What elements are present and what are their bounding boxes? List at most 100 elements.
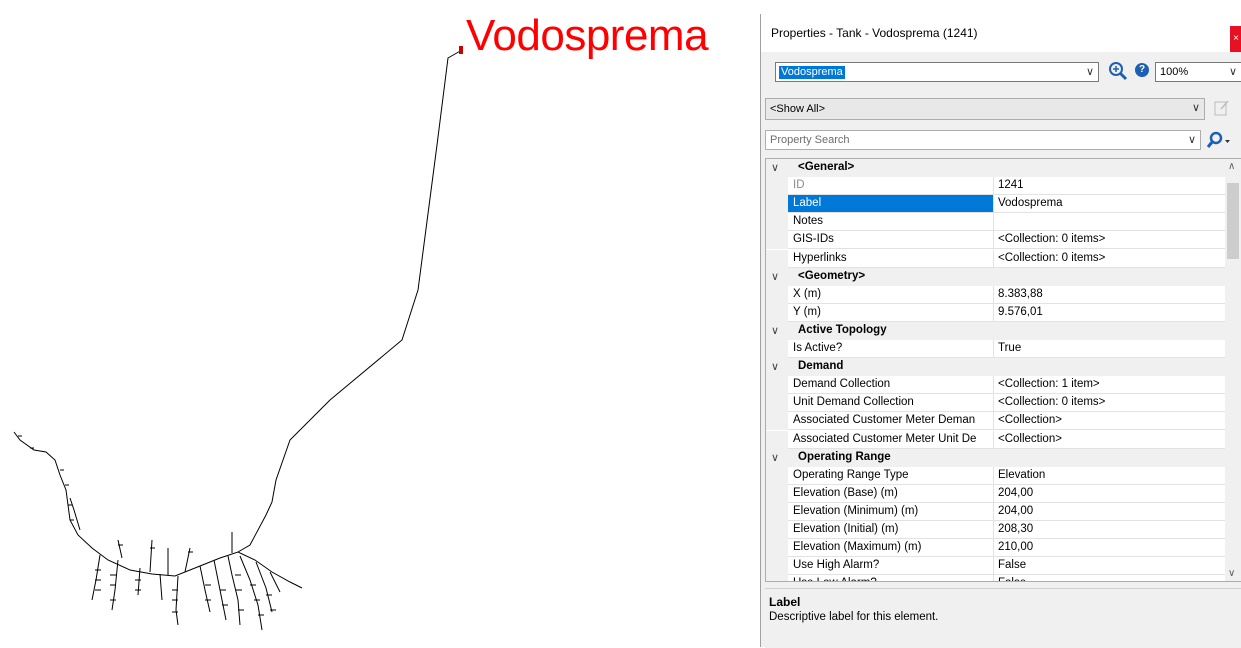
row-gutter: [766, 213, 788, 232]
property-name[interactable]: Unit Demand Collection: [788, 394, 994, 412]
scroll-down-icon[interactable]: ∨: [1228, 568, 1235, 579]
property-row[interactable]: Elevation (Base) (m) 204,00: [766, 484, 1227, 503]
property-name[interactable]: Notes: [788, 213, 994, 231]
property-value[interactable]: 204,00: [995, 503, 1033, 520]
collapse-icon[interactable]: ∨: [771, 451, 779, 464]
property-name[interactable]: Label: [788, 195, 994, 213]
property-value[interactable]: False: [995, 557, 1026, 574]
collapse-icon[interactable]: ∨: [771, 270, 779, 283]
property-value[interactable]: Vodosprema: [995, 195, 1063, 212]
property-value[interactable]: 8.383,88: [995, 286, 1043, 303]
network-canvas[interactable]: Vodosprema: [0, 0, 760, 647]
property-name[interactable]: Associated Customer Meter Deman: [788, 412, 994, 430]
row-gutter: [766, 249, 788, 268]
collapse-icon[interactable]: ∨: [771, 360, 779, 373]
category-name: <General>: [798, 161, 855, 173]
chevron-down-icon[interactable]: ∨: [1229, 65, 1237, 78]
edit-icon[interactable]: [1213, 98, 1231, 118]
close-icon[interactable]: ×: [1230, 26, 1241, 52]
property-name[interactable]: Is Active?: [788, 340, 994, 357]
property-name[interactable]: Hyperlinks: [788, 249, 994, 267]
property-row[interactable]: Y (m) 9.576,01: [766, 303, 1227, 322]
property-name[interactable]: Elevation (Maximum) (m): [788, 539, 994, 557]
grid-scrollbar[interactable]: ∧ ∨: [1225, 159, 1241, 581]
property-name[interactable]: Elevation (Minimum) (m): [788, 502, 994, 520]
property-row[interactable]: Is Active? True: [766, 340, 1227, 358]
property-value[interactable]: <Collection>: [995, 431, 1062, 448]
scroll-up-icon[interactable]: ∧: [1228, 161, 1235, 172]
collapse-icon[interactable]: ∨: [771, 161, 779, 174]
property-row[interactable]: Operating Range Type Elevation: [766, 466, 1227, 485]
property-row[interactable]: Hyperlinks <Collection: 0 items>: [766, 249, 1227, 268]
property-name[interactable]: Operating Range Type: [788, 466, 994, 484]
category-row[interactable]: ∨ Active Topology: [766, 321, 1227, 340]
property-value[interactable]: 208,30: [995, 521, 1033, 538]
tank-label[interactable]: Vodosprema: [466, 10, 709, 62]
property-row[interactable]: Use Low Alarm?False: [766, 575, 1227, 581]
category-row[interactable]: ∨ Operating Range: [766, 448, 1227, 467]
row-gutter: [766, 285, 788, 304]
zoom-to-icon[interactable]: [1107, 60, 1129, 82]
property-value[interactable]: 210,00: [995, 539, 1033, 556]
description-text: Descriptive label for this element.: [769, 611, 939, 623]
row-gutter: [766, 521, 788, 539]
property-value[interactable]: Elevation: [995, 467, 1045, 484]
scroll-thumb[interactable]: [1227, 183, 1239, 259]
category-row[interactable]: ∨ Demand: [766, 358, 1227, 377]
category-row[interactable]: ∨ <Geometry>: [766, 267, 1227, 286]
property-value[interactable]: <Collection: 0 items>: [995, 250, 1105, 267]
property-row[interactable]: Unit Demand Collection <Collection: 0 ite…: [766, 394, 1227, 413]
filter-combo[interactable]: <Show All> ∨: [765, 98, 1205, 120]
property-row[interactable]: Demand Collection <Collection: 1 item>: [766, 376, 1227, 395]
category-name: Operating Range: [798, 450, 891, 463]
property-name[interactable]: Elevation (Initial) (m): [788, 521, 994, 538]
chevron-down-icon[interactable]: ∨: [1188, 133, 1196, 146]
panel-titlebar[interactable]: Properties - Tank - Vodosprema (1241) ×: [761, 14, 1241, 52]
property-row[interactable]: Elevation (Initial) (m) 208,30: [766, 521, 1227, 539]
property-search-input[interactable]: Property Search ∨: [765, 130, 1201, 150]
category-row[interactable]: ∨ <General>: [766, 159, 1227, 177]
help-icon[interactable]: ?: [1135, 63, 1149, 77]
property-name[interactable]: Use High Alarm?: [788, 557, 994, 575]
pipe-network-drawing[interactable]: [0, 0, 760, 647]
chevron-down-icon[interactable]: ∨: [1086, 65, 1094, 78]
property-row[interactable]: Associated Customer Meter Deman <Collecti…: [766, 412, 1227, 431]
property-row[interactable]: Label Vodosprema: [766, 195, 1227, 214]
property-value[interactable]: <Collection: 0 items>: [995, 394, 1105, 411]
property-row[interactable]: Elevation (Minimum) (m) 204,00: [766, 502, 1227, 521]
search-icon[interactable]: [1205, 130, 1231, 150]
property-row[interactable]: Elevation (Maximum) (m) 210,00: [766, 539, 1227, 558]
property-value[interactable]: <Collection: 0 items>: [995, 231, 1105, 248]
property-row[interactable]: Use High Alarm? False: [766, 557, 1227, 576]
property-value[interactable]: 9.576,01: [995, 304, 1043, 321]
property-name[interactable]: Associated Customer Meter Unit De: [788, 430, 994, 448]
element-combo[interactable]: Vodosprema ∨: [775, 62, 1099, 82]
property-row[interactable]: ID 1241: [766, 177, 1227, 196]
property-value[interactable]: 204,00: [995, 485, 1033, 502]
property-name[interactable]: Elevation (Base) (m): [788, 484, 994, 502]
property-name[interactable]: Demand Collection: [788, 376, 994, 394]
property-name[interactable]: ID: [788, 177, 994, 195]
property-value[interactable]: 1241: [995, 177, 1024, 194]
property-row[interactable]: X (m) 8.383,88: [766, 285, 1227, 304]
property-name[interactable]: Use Low Alarm?: [788, 575, 994, 581]
branch-pipe: [91, 554, 101, 601]
property-value[interactable]: <Collection: 1 item>: [995, 376, 1100, 393]
property-row[interactable]: Notes: [766, 213, 1227, 232]
zoom-combo[interactable]: 100% ∨: [1155, 62, 1241, 82]
chevron-down-icon[interactable]: ∨: [1192, 101, 1200, 114]
property-value[interactable]: [995, 213, 998, 230]
property-grid[interactable]: Use Low Alarm?FalseUse High Alarm?FalseE…: [765, 158, 1241, 582]
property-name[interactable]: GIS-IDs: [788, 231, 994, 249]
property-value[interactable]: True: [995, 340, 1021, 357]
branch-pipe: [159, 573, 163, 601]
property-value[interactable]: False: [995, 575, 1026, 581]
property-name[interactable]: X (m): [788, 285, 994, 303]
collapse-icon[interactable]: ∨: [771, 324, 779, 337]
property-row[interactable]: GIS-IDs <Collection: 0 items>: [766, 231, 1227, 250]
description-pane: Label Descriptive label for this element…: [765, 588, 1241, 648]
tank-symbol: [459, 46, 463, 54]
property-name[interactable]: Y (m): [788, 303, 994, 321]
property-value[interactable]: <Collection>: [995, 412, 1062, 429]
property-row[interactable]: Associated Customer Meter Unit De <Collec…: [766, 430, 1227, 449]
